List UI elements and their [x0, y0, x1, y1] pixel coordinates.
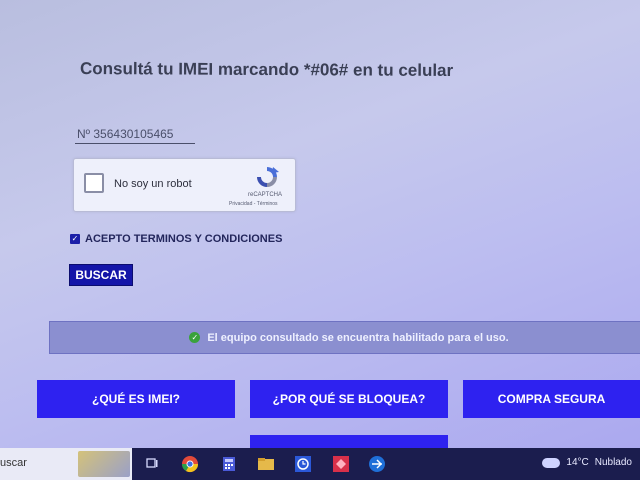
- recaptcha-logo-icon: [257, 167, 279, 187]
- recaptcha-widget: No soy un robot reCAPTCHA Privacidad - T…: [73, 158, 296, 212]
- system-tray[interactable]: 14°C Nublado: [542, 457, 632, 468]
- taskbar-search-text: uscar: [0, 457, 27, 469]
- taskbar-search[interactable]: uscar: [0, 448, 132, 480]
- weather-condition: Nublado: [594, 457, 632, 468]
- search-highlight-image: [78, 451, 130, 477]
- terms-label: ACEPTO TERMINOS Y CONDICIONES: [85, 233, 283, 245]
- file-explorer-icon[interactable]: [256, 454, 276, 474]
- task-view-icon[interactable]: [142, 454, 162, 474]
- status-message: El equipo consultado se encuentra habili…: [207, 331, 509, 344]
- what-is-imei-button[interactable]: ¿QUÉ ES IMEI?: [37, 380, 235, 418]
- recaptcha-checkbox[interactable]: [84, 173, 104, 193]
- web-page: Consultá tu IMEI marcando *#06# en tu ce…: [0, 0, 640, 448]
- recaptcha-label: No soy un robot: [114, 178, 192, 190]
- calculator-icon[interactable]: [219, 454, 239, 474]
- terms-checkbox[interactable]: ✓: [70, 234, 80, 244]
- check-circle-icon: ✓: [189, 332, 201, 343]
- partial-button[interactable]: [250, 435, 448, 448]
- terms-checkbox-row[interactable]: ✓ ACEPTO TERMINOS Y CONDICIONES: [70, 233, 282, 245]
- cloud-weather-icon: [542, 457, 561, 468]
- status-banner: ✓ El equipo consultado se encuentra habi…: [49, 321, 640, 354]
- recaptcha-links[interactable]: Privacidad - Términos: [229, 201, 278, 207]
- app-blue-icon[interactable]: [367, 454, 387, 474]
- why-blocked-button[interactable]: ¿POR QUÉ SE BLOQUEA?: [250, 380, 448, 418]
- app-red-icon[interactable]: [331, 454, 351, 474]
- imei-input[interactable]: [75, 125, 195, 144]
- page-title: Consultá tu IMEI marcando *#06# en tu ce…: [79, 59, 454, 80]
- search-button[interactable]: BUSCAR: [69, 264, 133, 286]
- clock-app-icon[interactable]: [293, 454, 313, 474]
- weather-temperature: 14°C: [566, 457, 589, 468]
- taskbar: uscar 14°C Nublado: [0, 448, 640, 480]
- safe-purchase-button[interactable]: COMPRA SEGURA: [463, 380, 640, 418]
- recaptcha-brand: reCAPTCHA: [248, 192, 283, 198]
- chrome-icon[interactable]: [180, 454, 200, 474]
